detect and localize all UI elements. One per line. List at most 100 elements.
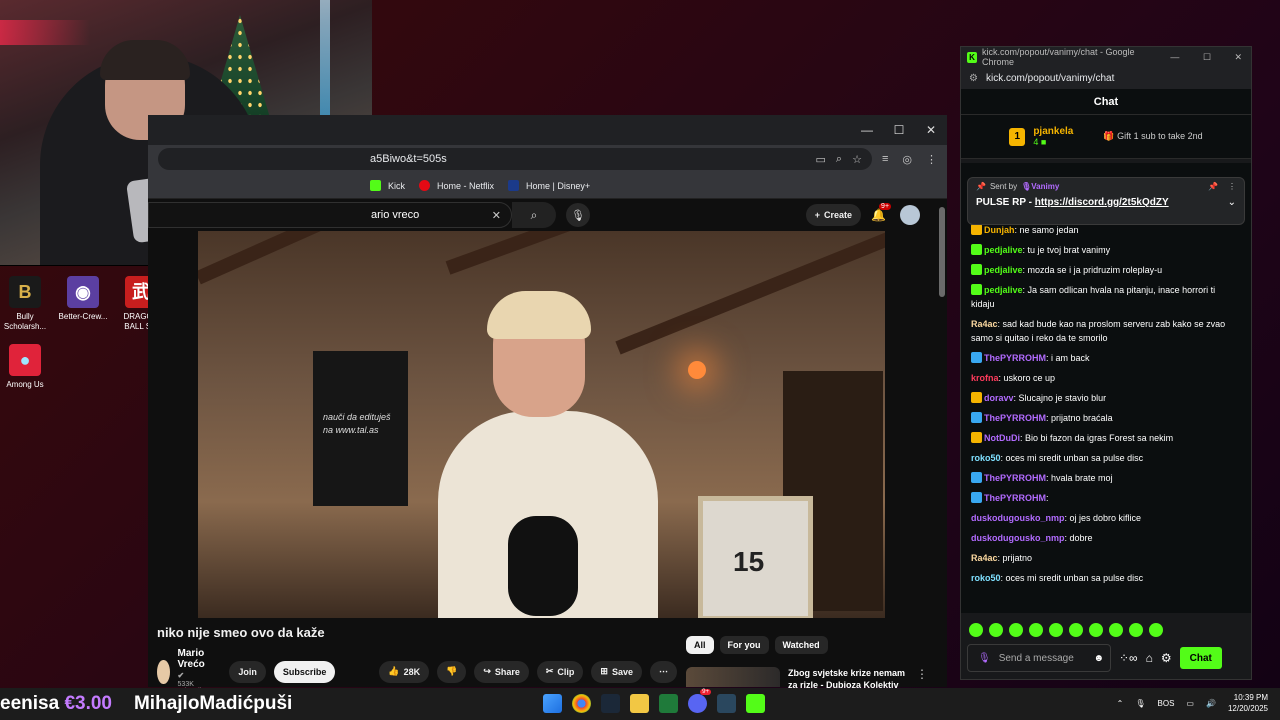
chat-message[interactable]: ThePYRROHM: i am back [971, 351, 1241, 365]
chat-username[interactable]: doravv [984, 393, 1014, 403]
join-button[interactable]: Join [229, 660, 266, 683]
chat-message[interactable]: Ra4ac: prijatno [971, 551, 1241, 565]
chat-username[interactable]: roko50 [971, 453, 1001, 463]
page-scrollbar[interactable] [939, 203, 945, 683]
chevron-up-icon[interactable]: ⌃ [1117, 699, 1124, 708]
emote-icon[interactable] [1069, 623, 1083, 637]
menu-dots-icon[interactable]: ⋮ [926, 153, 937, 166]
chat-message[interactable]: pedjalive: Ja sam odlican hvala na pitan… [971, 283, 1241, 311]
clock[interactable]: 10:39 PM 12/20/2025 [1228, 692, 1268, 714]
create-button[interactable]: + Create [805, 204, 862, 226]
steam-icon[interactable] [717, 694, 736, 713]
media-controls-icon[interactable]: ≡ [882, 153, 888, 166]
chevron-down-icon[interactable]: ⌄ [1228, 197, 1236, 208]
chat-message[interactable]: duskodugousko_nmp: oj jes dobro kiflice [971, 511, 1241, 525]
minimize-icon[interactable]: — [1161, 52, 1188, 62]
chat-message[interactable]: NotDuDi: Bio bi fazon da igras Forest sa… [971, 431, 1241, 445]
chat-message[interactable]: ThePYRROHM: prijatno braćala [971, 411, 1241, 425]
channel-name[interactable]: Mario Vrećo ✔ [178, 648, 214, 681]
chat-message[interactable]: doravv: Slucajno je stavio blur [971, 391, 1241, 405]
discord-icon[interactable]: 9+ [688, 689, 711, 713]
chip-watched[interactable]: Watched [774, 636, 828, 654]
file-explorer-icon[interactable] [630, 694, 649, 713]
subscribe-button[interactable]: Subscribe [273, 660, 336, 683]
avatar[interactable] [900, 205, 920, 225]
emote-icon[interactable] [1109, 623, 1123, 637]
share-button[interactable]: ↪ Share [474, 660, 529, 683]
chat-username[interactable]: pedjalive [984, 285, 1023, 295]
mic-icon[interactable]: 🎙 [1135, 699, 1145, 708]
kick-icon[interactable] [746, 694, 765, 713]
emote-icon[interactable] [1029, 623, 1043, 637]
chat-message-input[interactable]: 🎙 Send a message ☻ [967, 644, 1111, 672]
chat-username[interactable]: NotDuDi [984, 433, 1020, 443]
video-player[interactable]: nauči da edituješ na www.tal.as 15 [198, 231, 885, 618]
chat-message[interactable]: duskodugousko_nmp: dobre [971, 531, 1241, 545]
chat-username[interactable]: pedjalive [984, 265, 1023, 275]
save-button[interactable]: ⊞ Save [591, 660, 642, 683]
url-field[interactable]: a5Biwo&t=505s ▭ ⌕ ☆ [158, 148, 872, 170]
speaker-icon[interactable]: 🔊 [1206, 699, 1216, 708]
emote-icon[interactable] [1049, 623, 1063, 637]
connections-icon[interactable]: ⁘∞ [1119, 651, 1138, 665]
chat-username[interactable]: duskodugousko_nmp [971, 513, 1065, 523]
desktop-icon-among-us[interactable]: ● Among Us [0, 344, 53, 390]
maximize-icon[interactable]: ☐ [883, 123, 915, 137]
chat-message[interactable]: Ra4ac: sad kad bude kao na proslom serve… [971, 317, 1241, 345]
cast-icon[interactable]: ▭ [816, 153, 826, 166]
chrome-icon[interactable] [572, 694, 591, 713]
chat-message[interactable]: roko50: oces mi sredit unban sa pulse di… [971, 451, 1241, 465]
store-icon[interactable]: ⌂ [1146, 651, 1153, 665]
chat-message[interactable]: ThePYRROHM: hvala brate moj [971, 471, 1241, 485]
bookmark-disney[interactable]: Home | Disney+ [508, 180, 590, 191]
bookmark-star-icon[interactable]: ☆ [852, 153, 862, 166]
pinned-link[interactable]: https://discord.gg/2t5kQdZY [1035, 197, 1169, 208]
chat-message[interactable]: krofna: uskoro ce up [971, 371, 1241, 385]
mic-icon[interactable]: 🎙 [978, 653, 991, 664]
chat-username[interactable]: roko50 [971, 573, 1001, 583]
emote-icon[interactable] [969, 623, 983, 637]
minimize-icon[interactable]: — [851, 123, 883, 137]
chat-message[interactable]: Dunjah: ne samo jedan [971, 223, 1241, 237]
chat-message[interactable]: roko50: oces mi sredit unban sa pulse di… [971, 571, 1241, 585]
gear-icon[interactable]: ⚙ [1161, 651, 1172, 665]
gift-leaderboard[interactable]: 1 pjankela 4 ■ 🎁 Gift 1 sub to take 2nd [961, 115, 1251, 159]
bookmark-netflix[interactable]: Home - Netflix [419, 180, 494, 191]
voice-search-icon[interactable]: 🎙 [566, 203, 590, 227]
chat-username[interactable]: Dunjah [984, 225, 1015, 235]
close-icon[interactable]: ✕ [1226, 52, 1251, 63]
language-indicator[interactable]: BOS [1158, 699, 1175, 708]
desktop-icon-bully[interactable]: B Bully Scholarsh... [0, 276, 53, 332]
zoom-icon[interactable]: ⌕ [836, 153, 842, 166]
emoji-icon[interactable]: ☻ [1093, 653, 1110, 664]
chat-username[interactable]: Ra4ac [971, 553, 998, 563]
chat-username[interactable]: duskodugousko_nmp [971, 533, 1065, 543]
clear-search-icon[interactable]: ✕ [492, 209, 511, 222]
chat-username[interactable]: pedjalive [984, 245, 1023, 255]
chat-message[interactable]: pedjalive: tu je tvoj brat vanimy [971, 243, 1241, 257]
chat-url-text[interactable]: kick.com/popout/vanimy/chat [986, 73, 1114, 84]
chat-message[interactable]: ThePYRROHM: [971, 491, 1241, 505]
chat-username[interactable]: ThePYRROHM [984, 413, 1046, 423]
bookmark-kick[interactable]: Kick [370, 180, 405, 191]
emote-icon[interactable] [1149, 623, 1163, 637]
maximize-icon[interactable]: ☐ [1193, 52, 1220, 63]
close-icon[interactable]: ✕ [915, 123, 947, 137]
chat-send-button[interactable]: Chat [1179, 647, 1222, 669]
recommended-thumbnail[interactable] [686, 667, 780, 687]
emote-icon[interactable] [1009, 623, 1023, 637]
chat-username[interactable]: ThePYRROHM [984, 493, 1046, 503]
search-input[interactable]: ario vreco ✕ [148, 202, 512, 228]
chip-all[interactable]: All [686, 636, 714, 654]
monitor-icon[interactable]: ▭ [1186, 699, 1194, 708]
unpin-icon[interactable]: 📌 [1208, 182, 1218, 191]
chip-for-you[interactable]: For you [719, 636, 769, 654]
windows-start-icon[interactable] [543, 694, 562, 713]
desktop-icon-better-crew[interactable]: ◉ Better-Crew... [55, 276, 111, 332]
spotify-icon[interactable] [659, 694, 678, 713]
channel-avatar[interactable] [157, 659, 170, 684]
like-button[interactable]: 👍 28K [379, 660, 430, 683]
menu-dots-icon[interactable]: ⋮ [1228, 182, 1236, 191]
emote-icon[interactable] [1129, 623, 1143, 637]
chat-username[interactable]: ThePYRROHM [984, 353, 1046, 363]
